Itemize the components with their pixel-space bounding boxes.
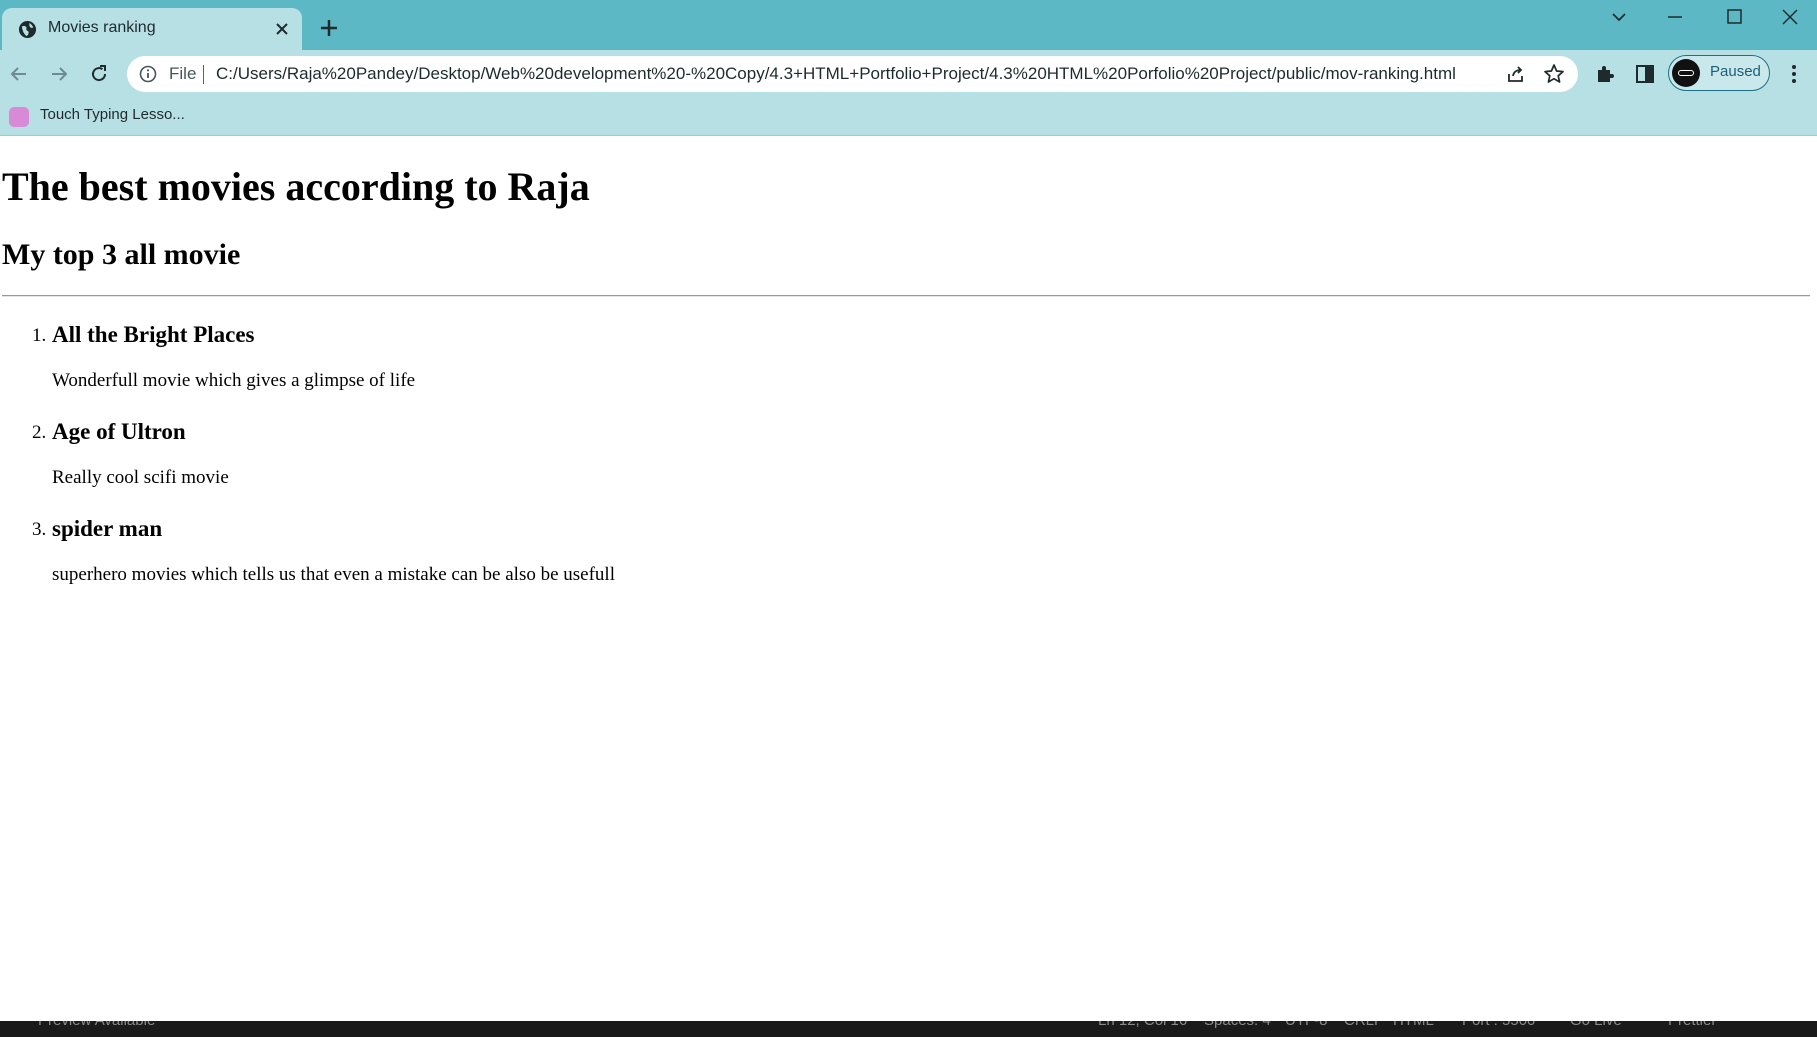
side-panel-icon[interactable] [1633,62,1657,86]
editor-status-bar: Preview Available Ln 12, Col 16 Spaces: … [0,1021,1817,1037]
movie-description: Really cool scifi movie [52,467,229,488]
page-subtitle: My top 3 all movie [2,238,241,271]
page-title: The best movies according to Raja [2,164,590,209]
tab-movies-ranking[interactable]: Movies ranking [2,8,302,50]
browser-toolbar: File C:/Users/Raja%20Pandey/Desktop/Web%… [0,50,1817,98]
profile-status: Paused [1710,63,1761,80]
status-preview[interactable]: Preview Available [38,1021,155,1029]
avatar [1672,59,1700,87]
tab-title: Movies ranking [48,19,156,36]
address-bar[interactable]: File C:/Users/Raja%20Pandey/Desktop/Web%… [127,56,1578,92]
web-page: The best movies according to Raja My top… [0,137,1817,1021]
maximize-icon[interactable] [1719,6,1749,28]
status-port[interactable]: Port : 5500 [1462,1021,1535,1029]
status-indentation[interactable]: Spaces: 4 [1204,1021,1271,1029]
url-text[interactable]: C:/Users/Raja%20Pandey/Desktop/Web%20dev… [216,64,1456,84]
list-number: 1. [32,325,47,346]
url-scheme-label: File [169,64,197,83]
close-window-icon[interactable] [1775,6,1805,28]
forward-arrow-icon[interactable] [47,62,71,86]
movie-title: All the Bright Places [52,322,255,347]
status-language[interactable]: HTML [1393,1021,1434,1029]
back-arrow-icon[interactable] [7,62,31,86]
status-line-ending[interactable]: CRLF [1344,1021,1383,1029]
more-menu-icon[interactable] [1782,62,1806,86]
bookmark-touch-typing[interactable]: Touch Typing Lesso... [40,106,185,123]
status-go-live[interactable]: Go Live [1570,1021,1622,1029]
bookmark-star-icon[interactable] [1543,63,1565,85]
status-encoding[interactable]: UTF-8 [1285,1021,1328,1029]
extensions-puzzle-icon[interactable] [1593,62,1617,86]
horizontal-rule [2,295,1810,297]
browser-titlebar: Movies ranking [0,0,1817,50]
list-number: 2. [32,422,47,443]
status-prettier[interactable]: Prettier [1668,1021,1716,1029]
globe-icon [18,20,37,39]
tab-search-chevron-icon[interactable] [1604,6,1634,28]
movie-description: Wonderfull movie which gives a glimpse o… [52,370,416,391]
scheme-divider [203,65,204,84]
new-tab-icon[interactable] [318,17,340,39]
minimize-icon[interactable] [1660,6,1690,28]
reload-icon[interactable] [87,62,111,86]
typing-octopus-icon [9,107,29,127]
close-tab-icon[interactable] [272,19,292,39]
profile-button[interactable]: Paused [1668,55,1770,91]
movie-description: superhero movies which tells us that eve… [52,564,615,585]
movie-title: Age of Ultron [52,419,186,444]
status-cursor-position[interactable]: Ln 12, Col 16 [1098,1021,1187,1029]
share-icon[interactable] [1505,63,1527,85]
movie-title: spider man [52,516,163,541]
bookmarks-bar: Touch Typing Lesso... [0,98,1817,136]
info-icon[interactable] [139,65,157,83]
list-number: 3. [32,519,47,540]
